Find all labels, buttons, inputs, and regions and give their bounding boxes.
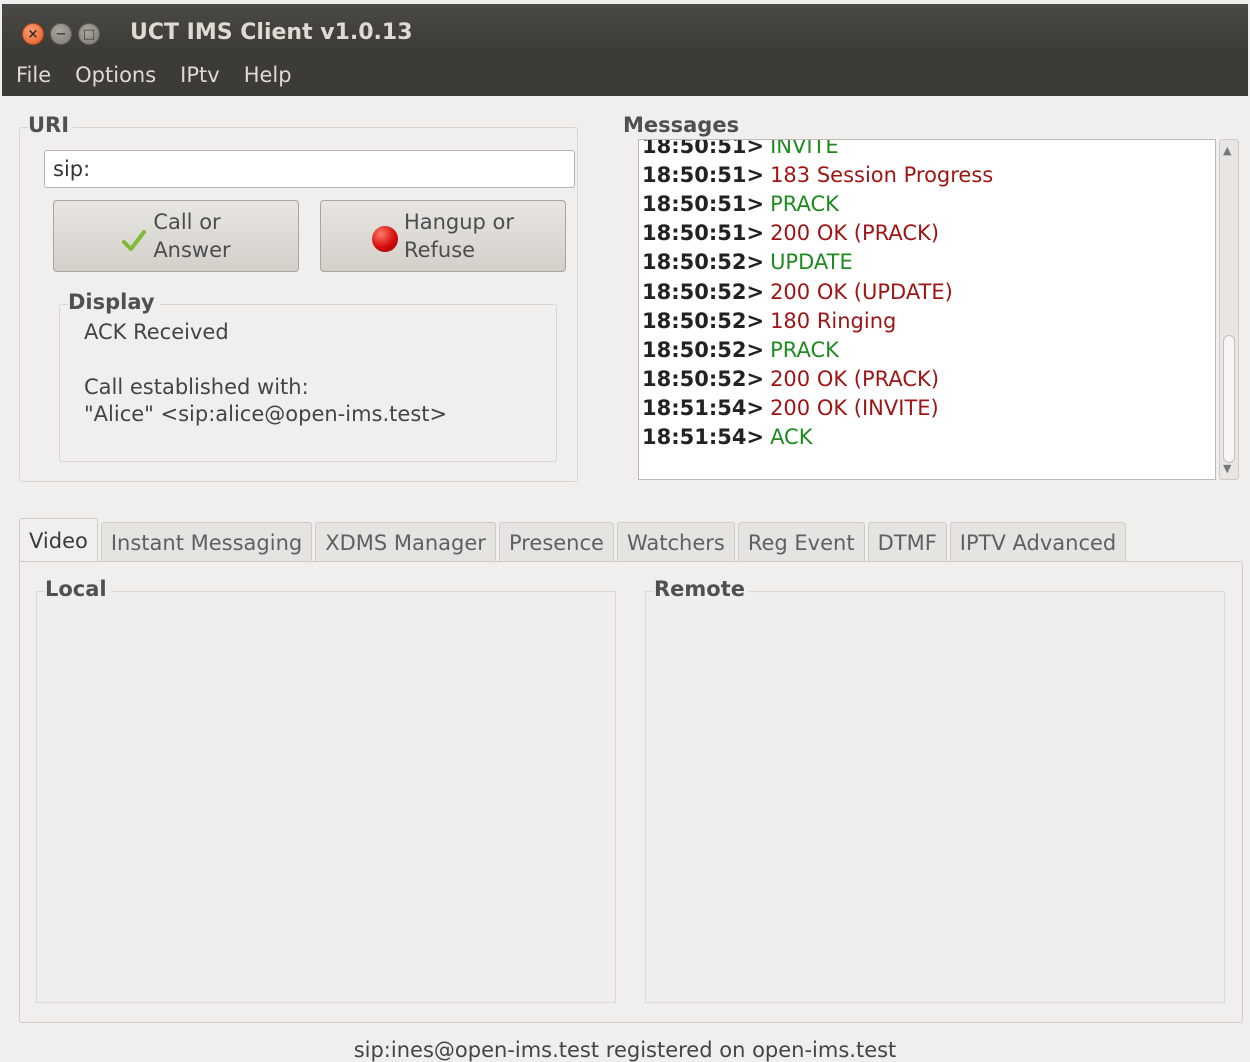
tab-xdms-manager[interactable]: XDMS Manager: [315, 522, 496, 562]
message-text: 200 OK (PRACK): [770, 221, 940, 246]
tab-instant-messaging[interactable]: Instant Messaging: [100, 522, 313, 562]
remote-video-area: [645, 591, 1225, 1003]
minimize-icon: −: [55, 26, 67, 42]
menu-bar: File Options IPtv Help: [2, 54, 1248, 96]
uri-input[interactable]: [44, 150, 575, 188]
call-answer-label: Call or Answer: [153, 210, 231, 262]
message-text: PRACK: [770, 337, 839, 362]
message-time: 18:50:52>: [642, 279, 765, 304]
title-bar: × − □ UCT IMS Client v1.0.13: [2, 4, 1248, 54]
message-row: 18:50:51> 200 OK (PRACK): [642, 219, 993, 248]
message-time: 18:50:52>: [642, 308, 765, 333]
hangup-refuse-label: Hangup or Refuse: [403, 210, 515, 262]
message-text: 180 Ringing: [770, 308, 897, 333]
message-time: 18:50:51>: [642, 191, 765, 216]
message-row: 18:50:52> PRACK: [642, 335, 993, 364]
messages-group-label: Messages: [623, 113, 740, 137]
display-line-2: Call established with:: [84, 375, 309, 399]
maximize-icon: □: [82, 26, 96, 42]
tab-dtmf[interactable]: DTMF: [867, 522, 947, 562]
message-text: 200 OK (INVITE): [770, 396, 939, 421]
message-time: 18:50:51>: [642, 139, 765, 158]
close-window-button[interactable]: ×: [22, 23, 44, 45]
messages-scrollbar[interactable]: ▲ ▼: [1219, 139, 1239, 480]
message-row: 18:50:52> 180 Ringing: [642, 306, 993, 335]
messages-container: 18:50:51> INVITE 18:50:51> 183 Session Prog…: [642, 139, 993, 452]
minimize-window-button[interactable]: −: [50, 23, 72, 45]
message-row: 18:50:52> 200 OK (PRACK): [642, 365, 993, 394]
message-row: 18:50:51> 183 Session Progress: [642, 160, 993, 189]
messages-list[interactable]: 18:50:51> INVITE 18:50:51> 183 Session Prog…: [638, 139, 1216, 480]
local-video-area: [36, 591, 616, 1003]
menu-help[interactable]: Help: [244, 63, 292, 87]
tab-reg-event[interactable]: Reg Event: [737, 522, 865, 562]
display-group-label: Display: [68, 290, 159, 314]
message-text: 183 Session Progress: [770, 162, 994, 187]
message-text: UPDATE: [770, 250, 853, 275]
message-row: 18:50:52> 200 OK (UPDATE): [642, 277, 993, 306]
check-icon: [122, 230, 147, 251]
close-icon: ×: [27, 26, 39, 42]
message-text: PRACK: [770, 191, 839, 216]
message-text: 200 OK (PRACK): [770, 367, 940, 392]
message-text: ACK: [770, 425, 813, 450]
message-row: 18:50:51> INVITE: [642, 139, 993, 160]
hangup-refuse-button[interactable]: Hangup or Refuse: [320, 200, 566, 272]
message-row: 18:50:52> UPDATE: [642, 248, 993, 277]
scroll-down-icon[interactable]: ▼: [1223, 462, 1231, 475]
tab-video[interactable]: Video: [19, 518, 98, 562]
tab-watchers[interactable]: Watchers: [616, 522, 735, 562]
tab-bar: Video Instant Messaging XDMS Manager Pre…: [19, 518, 1129, 562]
message-text: 200 OK (UPDATE): [770, 279, 953, 304]
display-line-3: "Alice" <sip:alice@open-ims.test>: [84, 402, 448, 426]
remote-video-label: Remote: [654, 577, 750, 601]
menu-iptv[interactable]: IPtv: [180, 63, 220, 87]
message-row: 18:50:51> PRACK: [642, 189, 993, 218]
message-time: 18:50:52>: [642, 250, 765, 275]
call-answer-button[interactable]: Call or Answer: [53, 200, 299, 272]
menu-options[interactable]: Options: [75, 63, 156, 87]
maximize-window-button[interactable]: □: [78, 23, 100, 45]
tab-presence[interactable]: Presence: [498, 522, 614, 562]
red-circle-icon: [371, 226, 398, 252]
status-bar-text: sip:ines@open-ims.test registered on ope…: [353, 1038, 897, 1062]
message-time: 18:50:51>: [642, 162, 765, 187]
message-text: INVITE: [770, 139, 839, 158]
message-time: 18:50:52>: [642, 367, 765, 392]
window-title: UCT IMS Client v1.0.13: [130, 20, 413, 45]
tab-iptv-advanced[interactable]: IPTV Advanced: [949, 522, 1127, 562]
message-row: 18:51:54> ACK: [642, 423, 993, 452]
message-time: 18:51:54>: [642, 396, 765, 421]
uri-group-label: URI: [28, 113, 74, 137]
message-time: 18:50:52>: [642, 337, 765, 362]
scroll-up-icon[interactable]: ▲: [1223, 144, 1231, 157]
scrollbar-thumb[interactable]: [1223, 335, 1235, 463]
message-row: 18:51:54> 200 OK (INVITE): [642, 394, 993, 423]
menu-file[interactable]: File: [16, 63, 51, 87]
display-line-1: ACK Received: [84, 320, 229, 344]
message-time: 18:51:54>: [642, 425, 765, 450]
local-video-label: Local: [45, 577, 111, 601]
message-time: 18:50:51>: [642, 221, 765, 246]
